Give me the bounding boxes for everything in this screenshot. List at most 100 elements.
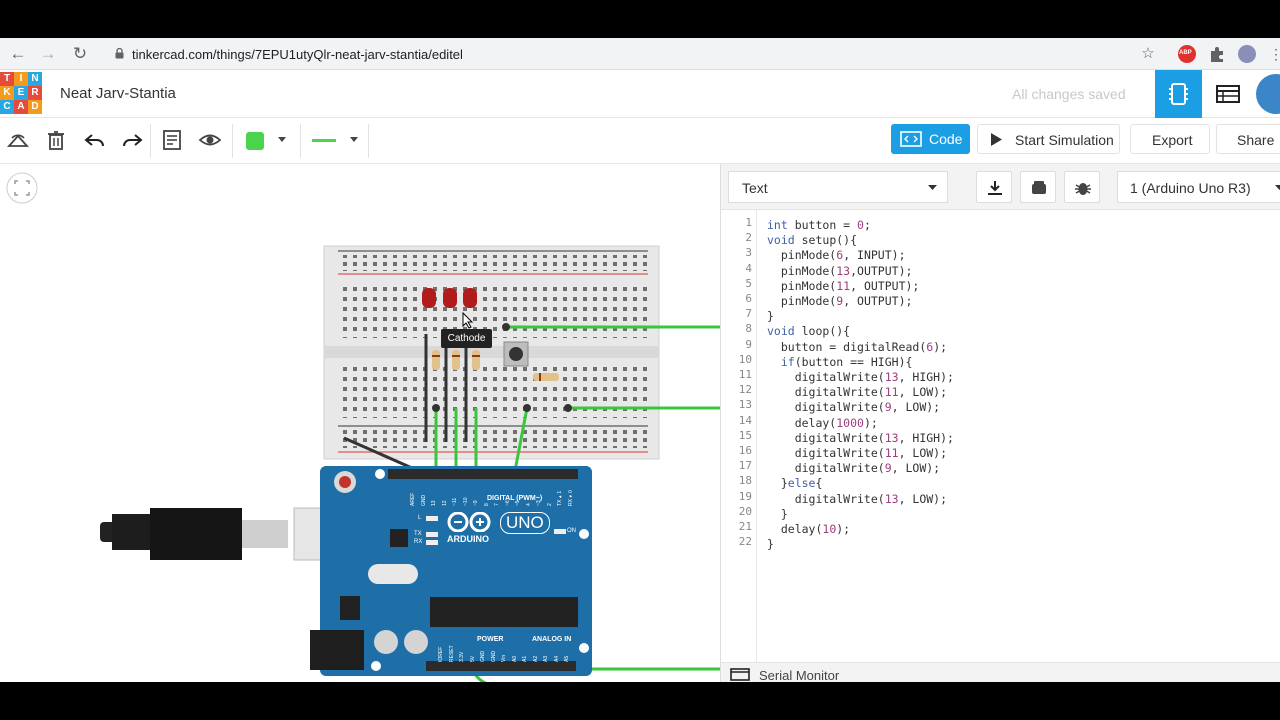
code-line[interactable]: digitalWrite(11, LOW); [767,446,954,461]
code-line[interactable]: delay(1000); [767,416,954,431]
browser-menu-icon[interactable]: ⋮ [1266,44,1280,64]
arduino-model-label: UNO [500,512,550,534]
code-line[interactable]: button = digitalRead(6); [767,340,954,355]
adblock-extension-icon[interactable]: ABP [1178,45,1196,63]
profile-avatar-icon[interactable] [1238,45,1256,63]
code-line[interactable]: pinMode(13,OUTPUT); [767,264,954,279]
pin-label: ~5 [515,500,521,506]
app-header: T I N K E R C A D Neat Jarv-Stantia All … [0,70,1280,118]
pin-label: 3.3V [459,651,465,662]
line-number: 7 [745,307,752,320]
board-select-value: 1 (Arduino Uno R3) [1130,180,1251,196]
code-line[interactable]: int button = 0; [767,218,954,233]
redo-icon[interactable] [120,128,144,152]
line-number: 21 [738,520,752,533]
pin-label: ~11 [452,497,458,506]
address-bar[interactable]: tinkercad.com/things/7EPU1utyQlr-neat-ja… [104,41,1168,67]
save-status: All changes saved [1012,86,1126,102]
code-line[interactable]: }else{ [767,476,954,491]
export-button[interactable]: Export [1130,124,1210,154]
tinkercad-logo[interactable]: T I N K E R C A D [0,72,42,114]
code-line[interactable]: pinMode(6, INPUT); [767,248,954,263]
components-view-button[interactable] [1155,70,1202,118]
pin-label: A4 [553,655,560,662]
wire-style-picker[interactable] [306,126,364,156]
code-line[interactable]: } [767,507,954,522]
code-line[interactable]: digitalWrite(13, LOW); [767,492,954,507]
line-number: 10 [738,353,752,366]
breadboard[interactable] [323,245,660,460]
serial-monitor-bar[interactable]: Serial Monitor [721,662,1280,682]
code-line[interactable]: if(button == HIGH){ [767,355,954,370]
line-number: 1 [745,216,752,229]
rotate-icon[interactable] [6,128,30,152]
user-avatar[interactable] [1256,74,1280,114]
library-box-icon [1032,181,1046,194]
logo-letter: D [28,100,42,114]
line-number: 19 [738,490,752,503]
code-line[interactable]: digitalWrite(11, LOW); [767,385,954,400]
visibility-eye-icon[interactable] [198,128,222,152]
code-line[interactable]: pinMode(9, OUTPUT); [767,294,954,309]
schematic-list-view-button[interactable] [1206,70,1251,118]
pin-label: RESET [448,645,455,662]
board-select[interactable]: 1 (Arduino Uno R3) [1117,171,1280,203]
reload-icon[interactable]: ↻ [70,44,90,64]
serial-monitor-label: Serial Monitor [759,668,840,682]
top-header-labels: AREF GND 13 12 ~11 ~10 ~9 8 7 ~6 ~5 4 ~3… [410,482,580,506]
code-line[interactable]: } [767,537,954,552]
bottom-header-labels: IOREF RESET 3.3V 5V GND GND Vin A0 A1 A2… [438,644,578,662]
export-label: Export [1152,132,1193,148]
pin-label: Vin [501,654,507,662]
pin-label: 8 [483,503,490,506]
download-icon [988,181,1002,195]
code-line[interactable]: void setup(){ [767,233,954,248]
undo-icon[interactable] [83,128,107,152]
delete-trash-icon[interactable] [44,128,68,152]
debugger-button[interactable] [1064,171,1100,203]
line-number: 9 [745,338,752,351]
bookmark-star-icon[interactable]: ☆ [1138,44,1158,64]
chevron-down-icon [1275,185,1280,190]
code-mode-select[interactable]: Text [728,171,948,203]
project-title[interactable]: Neat Jarv-Stantia [60,85,176,102]
cathode-tooltip: Cathode [441,329,492,348]
code-line[interactable]: } [767,309,954,324]
pin-label: 12 [441,500,448,506]
pushbutton[interactable] [503,341,529,367]
code-line[interactable]: void loop(){ [767,324,954,339]
code-line[interactable]: digitalWrite(13, HIGH); [767,370,954,385]
pin-label: 2 [546,503,553,506]
chevron-down-icon [278,137,286,142]
led-rx-label: RX [414,539,423,545]
code-line[interactable]: digitalWrite(9, LOW); [767,461,954,476]
fill-color-picker[interactable] [240,126,292,156]
circuit-diagram [100,245,720,682]
code-editor[interactable]: int button = 0; void setup(){ pinMode(6, … [767,218,954,552]
share-button[interactable]: Share [1216,124,1280,154]
pin-label: A2 [532,655,539,662]
code-line[interactable]: digitalWrite(13, HIGH); [767,431,954,446]
forward-icon[interactable]: → [38,44,58,64]
circuit-canvas[interactable]: ARDUINO UNO DIGITAL (PWM~) POWER ANALOG … [0,164,720,682]
code-line[interactable]: delay(10); [767,522,954,537]
code-button-label: Code [929,131,963,147]
notes-icon[interactable] [160,128,184,152]
analog-in-label: ANALOG IN [532,636,572,643]
pin-label: AREF [410,492,416,506]
code-line[interactable]: digitalWrite(9, LOW); [767,400,954,415]
back-icon[interactable]: ← [8,44,28,64]
logo-letter: C [0,100,14,114]
lock-icon [115,48,124,59]
pin-label: A3 [543,655,549,662]
logo-letter: A [14,100,28,114]
libraries-button[interactable] [1020,171,1056,203]
red-leds[interactable] [422,288,477,308]
code-line[interactable]: pinMode(11, OUTPUT); [767,279,954,294]
download-code-button[interactable] [976,171,1012,203]
extensions-puzzle-icon[interactable] [1208,45,1226,63]
code-mode-value: Text [742,180,768,196]
start-simulation-button[interactable]: Start Simulation [977,124,1120,154]
line-number: 22 [738,535,752,548]
code-button[interactable]: Code [891,124,970,154]
